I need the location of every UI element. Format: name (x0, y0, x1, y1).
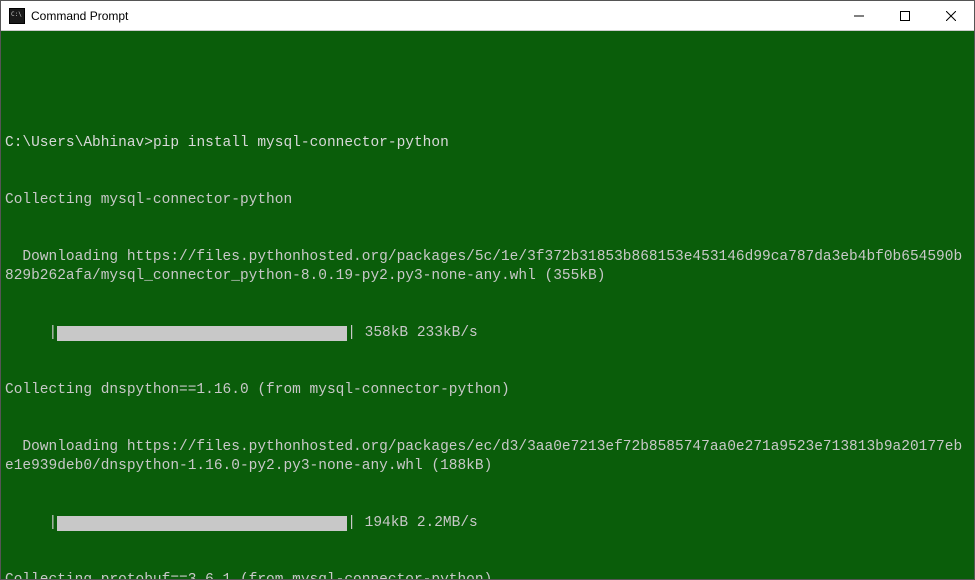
output-line: Downloading https://files.pythonhosted.o… (5, 438, 970, 476)
prompt-text: C:\Users\Abhinav> (5, 135, 153, 151)
progress-line: | | 358kB 233kB/s (5, 324, 970, 343)
empty-line (5, 77, 970, 96)
terminal-area[interactable]: C:\Users\Abhinav>pip install mysql-conne… (1, 31, 974, 579)
progress-bar (57, 326, 347, 341)
window: C:\ Command Prompt C:\Users\Abhinav>pip … (0, 0, 975, 580)
window-title: Command Prompt (31, 9, 836, 23)
output-line: Collecting mysql-connector-python (5, 191, 970, 210)
progress-stats: | 358kB 233kB/s (347, 324, 478, 343)
progress-indent: | (5, 514, 57, 533)
close-button[interactable] (928, 1, 974, 31)
titlebar[interactable]: C:\ Command Prompt (1, 1, 974, 31)
progress-indent: | (5, 324, 57, 343)
output-line: Collecting protobuf==3.6.1 (from mysql-c… (5, 571, 970, 579)
progress-line: | | 194kB 2.2MB/s (5, 514, 970, 533)
window-controls (836, 1, 974, 30)
progress-stats: | 194kB 2.2MB/s (347, 514, 478, 533)
output-line: Collecting dnspython==1.16.0 (from mysql… (5, 381, 970, 400)
maximize-button[interactable] (882, 1, 928, 31)
cmd-icon: C:\ (9, 8, 25, 24)
svg-text:C:\: C:\ (11, 11, 22, 18)
minimize-button[interactable] (836, 1, 882, 31)
progress-bar (57, 516, 347, 531)
output-line: Downloading https://files.pythonhosted.o… (5, 248, 970, 286)
command-line: C:\Users\Abhinav>pip install mysql-conne… (5, 134, 970, 153)
command-text: pip install mysql-connector-python (153, 135, 449, 151)
